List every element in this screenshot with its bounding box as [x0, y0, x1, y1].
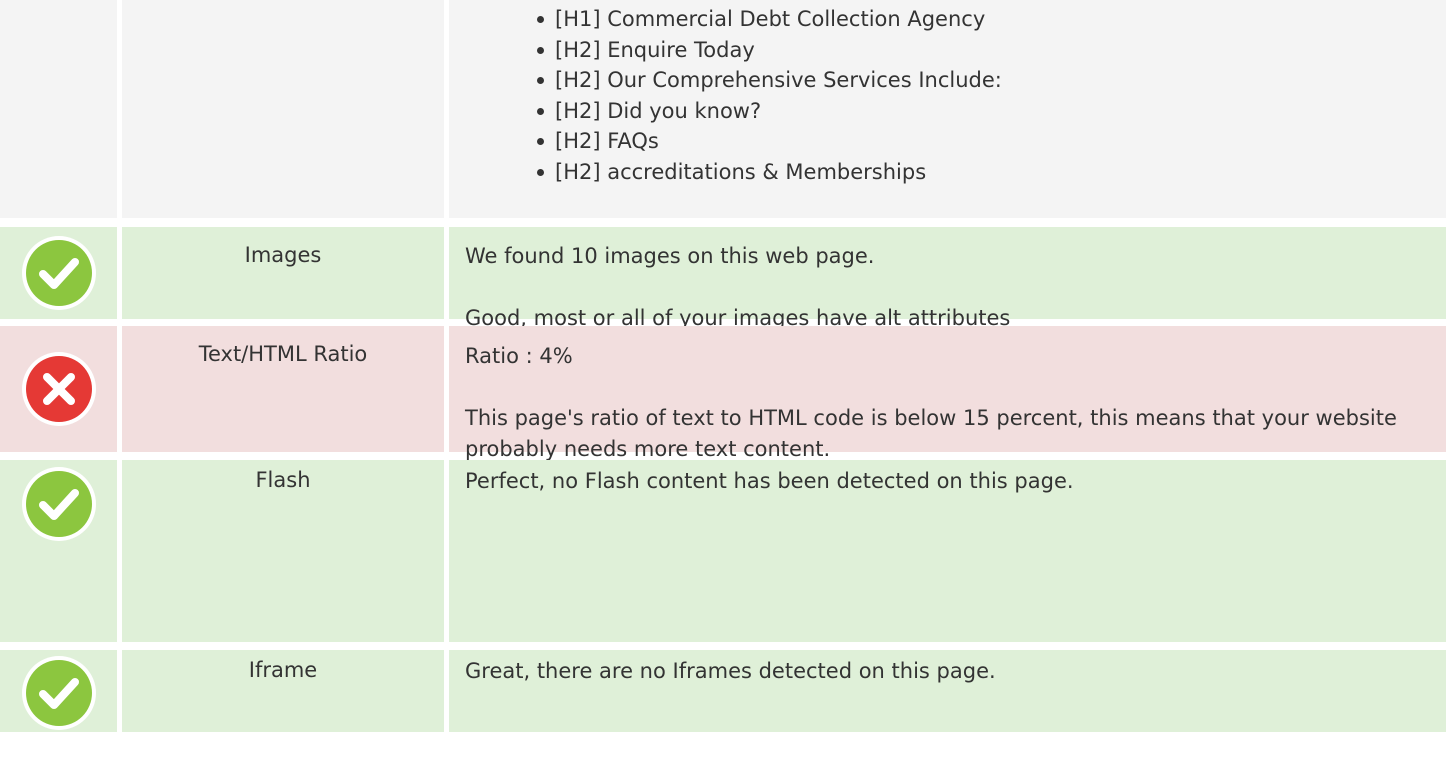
- flash-row: Flash Perfect, no Flash content has been…: [0, 460, 1446, 642]
- headings-label-cell: [122, 0, 444, 218]
- check-circle-icon: [22, 236, 96, 310]
- row-content: Great, there are no Iframes detected on …: [465, 656, 1430, 687]
- images-row: Images We found 10 images on this web pa…: [0, 227, 1446, 330]
- row-label: Flash: [255, 468, 311, 492]
- row-content: Perfect, no Flash content has been detec…: [465, 466, 1430, 497]
- row-text: We found 10 images on this web page.: [465, 244, 875, 268]
- headings-row: [H1] Commercial Debt Collection Agency […: [0, 0, 1446, 218]
- iframe-label-cell: Iframe: [122, 650, 444, 732]
- check-circle-icon: [22, 467, 96, 541]
- text-html-ratio-row: Text/HTML Ratio Ratio : 4% This page's r…: [0, 326, 1446, 461]
- heading-item: [H1] Commercial Debt Collection Agency: [537, 4, 1002, 35]
- heading-item: [H2] Our Comprehensive Services Include:: [537, 65, 1002, 96]
- row-content: We found 10 images on this web page. Goo…: [465, 241, 1430, 334]
- row-label: Images: [244, 243, 322, 267]
- flash-content-cell: Perfect, no Flash content has been detec…: [449, 460, 1446, 642]
- row-text: This page's ratio of text to HTML code i…: [465, 406, 1397, 461]
- iframe-content-cell: Great, there are no Iframes detected on …: [449, 650, 1446, 732]
- row-content: Ratio : 4% This page's ratio of text to …: [465, 341, 1430, 465]
- images-label-cell: Images: [122, 227, 444, 319]
- heading-item: [H2] FAQs: [537, 126, 1002, 157]
- row-text: Great, there are no Iframes detected on …: [465, 659, 996, 683]
- row-label: Text/HTML Ratio: [198, 342, 368, 366]
- iframe-icon-cell: [0, 650, 117, 732]
- headings-content-cell: [H1] Commercial Debt Collection Agency […: [449, 0, 1446, 218]
- row-label: Iframe: [248, 658, 318, 682]
- flash-label-cell: Flash: [122, 460, 444, 642]
- ratio-label-cell: Text/HTML Ratio: [122, 326, 444, 452]
- images-content-cell: We found 10 images on this web page. Goo…: [449, 227, 1446, 330]
- headings-list: [H1] Commercial Debt Collection Agency […: [537, 4, 1002, 187]
- row-text: Ratio : 4%: [465, 344, 573, 368]
- iframe-row: Iframe Great, there are no Iframes detec…: [0, 650, 1446, 732]
- heading-item: [H2] accreditations & Memberships: [537, 157, 1002, 188]
- images-icon-cell: [0, 227, 117, 319]
- heading-item: [H2] Enquire Today: [537, 35, 1002, 66]
- ratio-icon-cell: [0, 326, 117, 452]
- ratio-content-cell: Ratio : 4% This page's ratio of text to …: [449, 326, 1446, 461]
- headings-icon-cell: [0, 0, 117, 218]
- heading-item: [H2] Did you know?: [537, 96, 1002, 127]
- flash-icon-cell: [0, 460, 117, 642]
- check-circle-icon: [22, 656, 96, 730]
- row-text: Perfect, no Flash content has been detec…: [465, 469, 1074, 493]
- error-circle-icon: [22, 352, 96, 426]
